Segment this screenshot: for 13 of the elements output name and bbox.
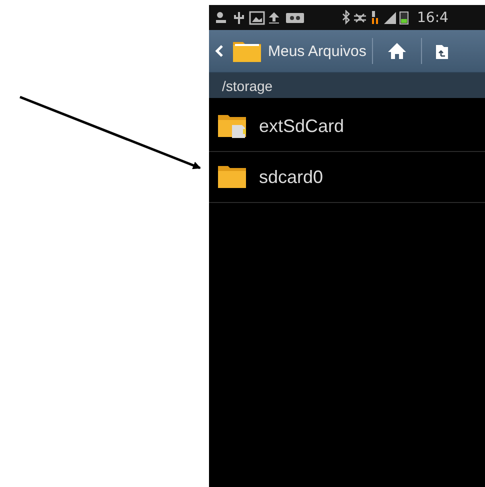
folder-name: sdcard0 <box>259 166 324 188</box>
clock-time: 16:4 <box>417 10 448 26</box>
folder-list-item[interactable]: extSdCard <box>209 101 485 152</box>
app-title: Meus Arquivos <box>268 42 366 60</box>
home-icon <box>387 42 408 60</box>
folder-list-item[interactable]: sdcard0 <box>209 152 485 203</box>
chevron-icon <box>215 44 224 58</box>
current-path: /storage <box>222 78 273 94</box>
folder-name: extSdCard <box>259 116 344 136</box>
folder-up-icon <box>436 43 448 59</box>
folder-icon <box>232 39 262 63</box>
sd-card-folder-icon <box>217 113 249 139</box>
folder-icon <box>217 164 249 190</box>
